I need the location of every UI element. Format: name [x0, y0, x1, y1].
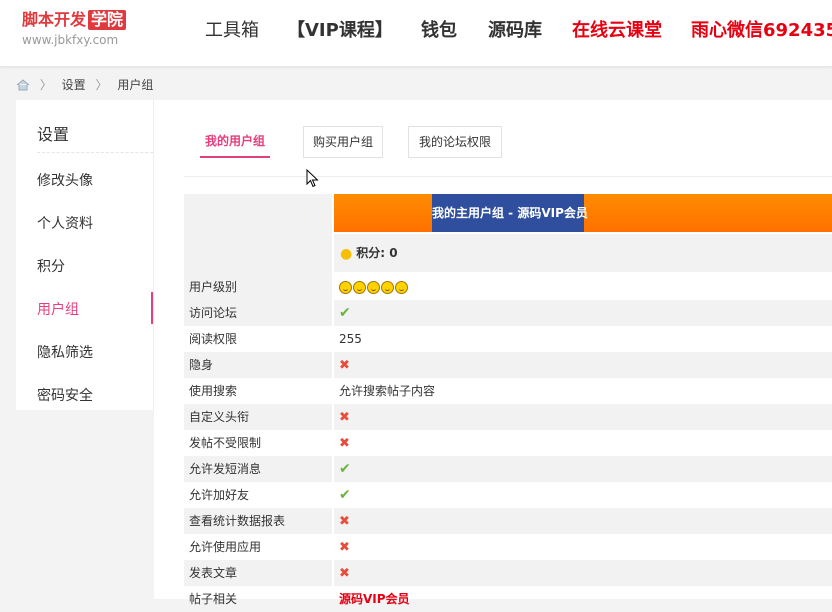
row-visit-forum: 访问论坛 ✔: [184, 300, 832, 326]
tab-forum-permissions[interactable]: 我的论坛权限: [408, 126, 502, 158]
top-header: 脚本开发 学院 www.jbkfxy.com 工具箱 【VIP课程】 钱包 源码库…: [0, 0, 832, 67]
row-label: 用户级别: [189, 280, 238, 294]
sidebar-active-indicator: [151, 292, 153, 324]
smiley-level-icon: [353, 281, 366, 294]
row-label: 发表文章: [184, 560, 332, 586]
tab-buy-usergroup[interactable]: 购买用户组: [303, 126, 383, 158]
row-value: 255: [339, 332, 362, 346]
tab-my-usergroup[interactable]: 我的用户组: [200, 126, 270, 158]
group-name: 我的主用户组 - 源码VIP会员: [432, 194, 588, 232]
nav-item-wallet[interactable]: 钱包: [421, 16, 457, 42]
row-allow-pm: 允许发短消息 ✔: [184, 456, 832, 482]
check-icon: ✔: [339, 487, 351, 503]
row-label: 允许使用应用: [189, 540, 262, 554]
row-allow-apps: 允许使用应用 ✖: [184, 534, 832, 560]
row-use-search: 使用搜索 允许搜索帖子内容: [184, 378, 832, 404]
breadcrumb-item-usergroup[interactable]: 用户组: [117, 78, 153, 92]
sidebar-item-credits[interactable]: 积分: [37, 256, 65, 276]
cross-icon: ✖: [339, 410, 350, 425]
home-icon[interactable]: [16, 78, 30, 91]
row-value: 源码VIP会员: [339, 592, 410, 606]
row-label: 访问论坛: [184, 300, 332, 326]
row-value: ✖: [334, 560, 832, 586]
row-value: ✖: [334, 352, 832, 378]
row-value: ✖: [334, 404, 832, 430]
sidebar-divider: [37, 152, 153, 153]
smiley-level-icon: [339, 281, 352, 294]
nav-item-online-classroom[interactable]: 在线云课堂: [572, 16, 662, 42]
row-view-stats: 查看统计数据报表 ✖: [184, 508, 832, 534]
sidebar-title: 设置: [37, 125, 70, 144]
row-read-permission: 阅读权限 255: [184, 326, 832, 352]
row-user-level: 用户级别: [184, 274, 832, 300]
breadcrumb: 〉 设置 〉 用户组: [16, 76, 153, 94]
breadcrumb-item-settings[interactable]: 设置: [62, 78, 86, 92]
row-label: 阅读权限: [189, 332, 238, 346]
row-label: 隐身: [184, 352, 332, 378]
logo-badge: 学院: [88, 10, 127, 30]
nav-item-source-library[interactable]: 源码库: [488, 16, 542, 42]
cross-icon: ✖: [339, 566, 350, 581]
main-content: 我的用户组 购买用户组 我的论坛权限 我的主用户组 - 源码VIP会员 ● 积分:…: [154, 100, 832, 606]
row-value: ✖: [334, 508, 832, 534]
row-publish-article: 发表文章 ✖: [184, 560, 832, 586]
row-label: 发帖不受限制: [189, 436, 262, 450]
points-cell: ● 积分: 0: [334, 234, 832, 272]
row-label: 使用搜索: [189, 384, 238, 398]
sidebar-item-privacy[interactable]: 隐私筛选: [37, 342, 93, 362]
row-label: 查看统计数据报表: [184, 508, 332, 534]
row-value: ✖: [334, 430, 832, 456]
row-value: ✔: [334, 482, 832, 508]
mouse-cursor-icon: [306, 169, 319, 188]
logo-title: 脚本开发: [22, 10, 87, 29]
sidebar-item-usergroup[interactable]: 用户组: [37, 299, 79, 319]
row-unlimited-posting: 发帖不受限制 ✖: [184, 430, 832, 456]
cross-icon: ✖: [339, 514, 350, 529]
logo-url: www.jbkfxy.com: [22, 33, 119, 47]
row-invisible: 隐身 ✖: [184, 352, 832, 378]
row-value: ✖: [334, 534, 832, 560]
row-label: 允许发短消息: [184, 456, 332, 482]
check-icon: ✔: [339, 305, 351, 321]
nav-item-toolbox[interactable]: 工具箱: [205, 16, 259, 42]
sidebar-item-avatar[interactable]: 修改头像: [37, 170, 93, 190]
row-label: 帖子相关: [189, 592, 238, 606]
cross-icon: ✖: [339, 540, 350, 555]
row-allow-friends: 允许加好友 ✔: [184, 482, 832, 508]
tabs-divider: [184, 176, 832, 177]
row-value: ✔: [334, 300, 832, 326]
settings-sidebar: 设置 修改头像 个人资料 积分 用户组 隐私筛选 密码安全: [16, 100, 154, 410]
row-label: 自定义头衔: [184, 404, 332, 430]
smiley-level-icon: [381, 281, 394, 294]
cross-icon: ✖: [339, 358, 350, 373]
check-icon: ✔: [339, 461, 351, 477]
points-label: 积分: 0: [356, 246, 398, 260]
row-value: 允许搜索帖子内容: [339, 384, 436, 398]
sidebar-item-profile[interactable]: 个人资料: [37, 213, 93, 233]
smiley-level-icon: [367, 281, 380, 294]
chevron-right-icon: 〉: [39, 78, 52, 92]
chevron-right-icon: 〉: [95, 78, 108, 92]
sidebar-item-password[interactable]: 密码安全: [37, 385, 93, 405]
cross-icon: ✖: [339, 436, 350, 451]
lightbulb-icon: ●: [340, 245, 353, 262]
smiley-level-icon: [395, 281, 408, 294]
nav-item-wechat-contact[interactable]: 雨心微信6924356: [691, 16, 832, 42]
row-value: ✔: [334, 456, 832, 482]
row-label: 允许加好友: [189, 488, 250, 502]
site-logo[interactable]: 脚本开发 学院 www.jbkfxy.com: [22, 10, 142, 50]
row-value: [334, 274, 832, 300]
row-custom-title: 自定义头衔 ✖: [184, 404, 832, 430]
row-post-related: 帖子相关 源码VIP会员: [184, 586, 832, 612]
nav-item-vip-courses[interactable]: 【VIP课程】: [287, 16, 393, 42]
